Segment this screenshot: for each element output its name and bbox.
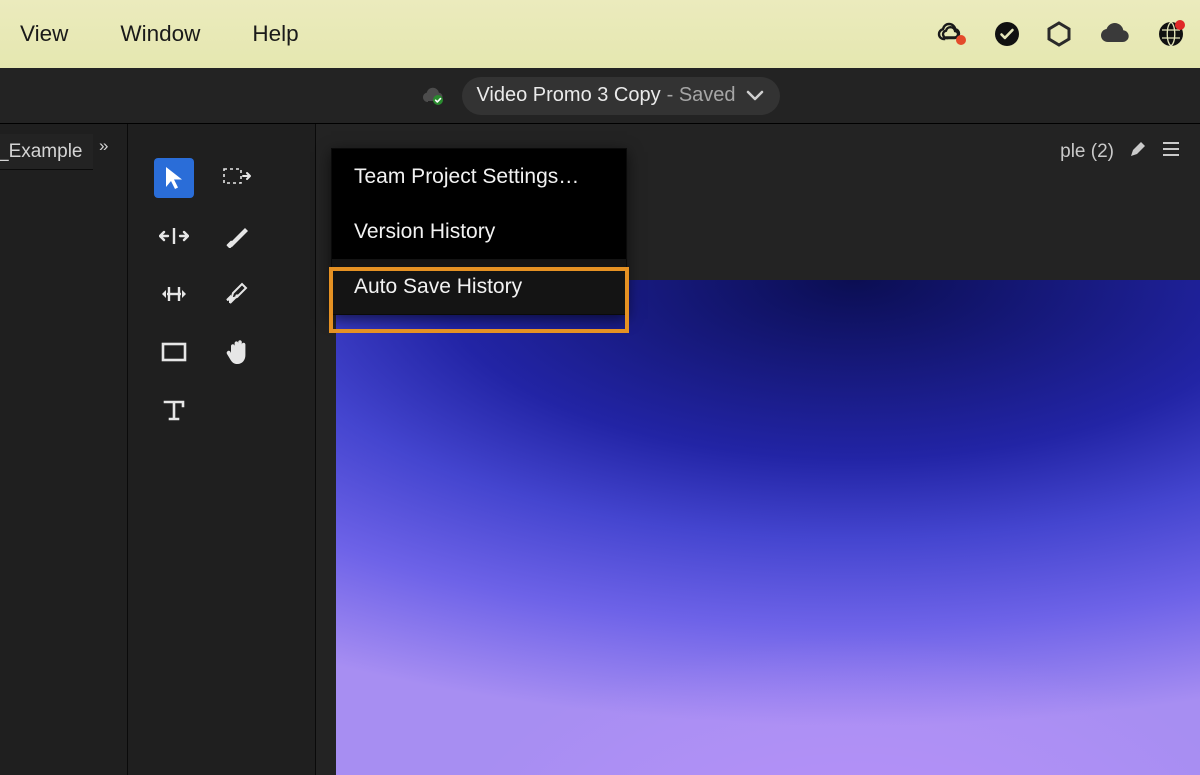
cloud-dark-icon[interactable]: [1098, 23, 1132, 45]
menu-view[interactable]: View: [8, 15, 80, 53]
project-context-menu: Team Project Settings… Version History A…: [331, 148, 627, 315]
system-tray: [936, 20, 1190, 48]
ripple-edit-tool[interactable]: [154, 216, 194, 256]
menu-version-history[interactable]: Version History: [332, 204, 626, 259]
project-saved-status: - Saved: [667, 84, 736, 107]
panel-menu-icon[interactable]: [1162, 141, 1180, 163]
edit-name-icon[interactable]: [1128, 139, 1148, 165]
os-menubar: View Window Help: [0, 0, 1200, 68]
project-title: Video Promo 3 Copy: [476, 84, 660, 107]
left-panel: _Example »: [0, 124, 128, 775]
sequence-name-fragment[interactable]: ple (2): [1060, 141, 1114, 163]
selection-tool[interactable]: [154, 158, 194, 198]
tool-strip: [128, 124, 316, 775]
app-header: Video Promo 3 Copy - Saved: [0, 68, 1200, 124]
type-tool[interactable]: [154, 390, 194, 430]
hand-tool[interactable]: [218, 332, 258, 372]
track-select-tool[interactable]: [218, 158, 258, 198]
project-title-dropdown[interactable]: Video Promo 3 Copy - Saved: [462, 77, 779, 115]
browser-badge-icon[interactable]: [1158, 20, 1186, 48]
menu-help[interactable]: Help: [240, 15, 310, 53]
menu-window[interactable]: Window: [108, 15, 212, 53]
rectangle-tool[interactable]: [154, 332, 194, 372]
slip-tool[interactable]: [154, 274, 194, 314]
cloud-sync-icon[interactable]: [936, 22, 968, 46]
cloud-synced-icon: [420, 86, 448, 106]
menu-auto-save-history[interactable]: Auto Save History: [332, 259, 626, 314]
chevron-down-icon: [746, 90, 764, 102]
video-preview[interactable]: [336, 280, 1200, 775]
check-circle-icon[interactable]: [994, 21, 1020, 47]
razor-tool[interactable]: [218, 216, 258, 256]
menu-team-project-settings[interactable]: Team Project Settings…: [332, 149, 626, 204]
left-panel-tab-fragment[interactable]: _Example: [0, 134, 93, 170]
panel-overflow-chevrons-icon[interactable]: »: [99, 136, 103, 156]
hex-app-icon[interactable]: [1046, 21, 1072, 47]
pen-tool[interactable]: [218, 274, 258, 314]
